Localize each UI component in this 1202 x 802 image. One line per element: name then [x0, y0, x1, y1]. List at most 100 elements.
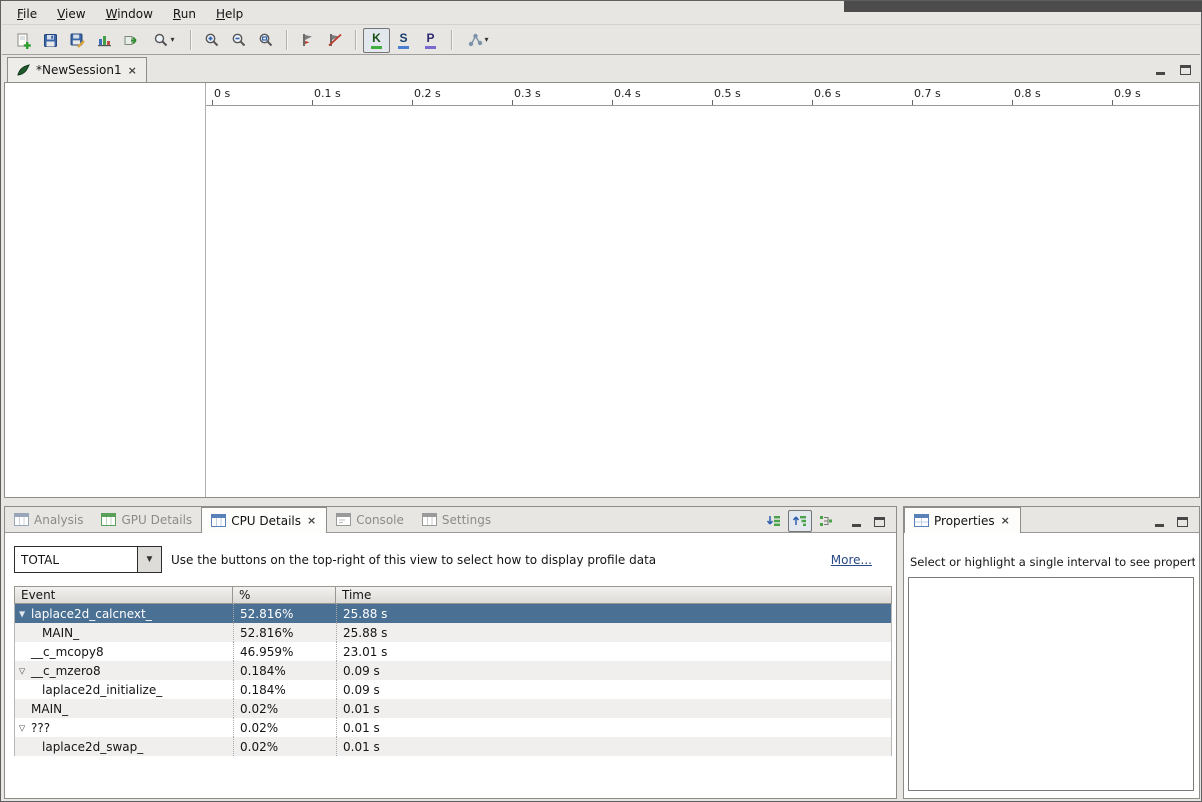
event-name: MAIN_	[15, 626, 79, 640]
stream-timeline-icon: S	[398, 31, 408, 49]
timeline-ruler: 0 s0.1 s0.2 s0.3 s0.4 s0.5 s0.6 s0.7 s0.…	[206, 83, 1199, 106]
analysis-menu-button[interactable]: ▾	[459, 28, 497, 53]
table-row[interactable]: laplace2d_swap_0.02%0.01 s	[15, 737, 891, 756]
event-name: __c_mzero8	[15, 664, 101, 678]
event-percent: 0.184%	[233, 661, 336, 680]
properties-content: Select or highlight a single interval to…	[904, 533, 1199, 798]
close-icon[interactable]: ×	[1000, 514, 1011, 527]
minimize-button[interactable]	[848, 514, 865, 530]
menu-view[interactable]: View	[48, 4, 94, 24]
column-header-time[interactable]: Time	[336, 587, 891, 603]
table-row[interactable]: laplace2d_initialize_0.184%0.09 s	[15, 680, 891, 699]
zoom-in-button[interactable]	[198, 28, 225, 53]
zoom-fit-button[interactable]	[252, 28, 279, 53]
table-row[interactable]: MAIN_0.02%0.01 s	[15, 699, 891, 718]
menu-help[interactable]: Help	[207, 4, 252, 24]
maximize-button[interactable]	[1177, 62, 1194, 78]
menu-run[interactable]: Run	[164, 4, 205, 24]
event-time: 0.01 s	[336, 699, 891, 718]
zoom-mode-dropdown-button[interactable]: ▾	[145, 28, 183, 53]
tab-settings[interactable]: Settings	[413, 507, 500, 532]
event-name: laplace2d_initialize_	[15, 683, 162, 697]
expand-arrow-icon[interactable]: ▽	[19, 723, 25, 732]
session-icon	[16, 63, 31, 78]
analysis-menu-icon	[467, 32, 483, 48]
tab-console[interactable]: Console	[327, 507, 413, 532]
combo-dropdown-button[interactable]: ▼	[137, 547, 161, 572]
display-mode-combo[interactable]: TOTAL ▼	[14, 546, 162, 573]
properties-hint: Select or highlight a single interval to…	[910, 555, 1195, 569]
event-percent: 52.816%	[233, 623, 336, 642]
event-name: __c_mcopy8	[15, 645, 104, 659]
zoom-out-button[interactable]	[225, 28, 252, 53]
editor-tab-bar: *NewSession1 ×	[4, 58, 1200, 83]
maximize-button[interactable]	[871, 514, 888, 530]
close-icon[interactable]: ×	[306, 514, 317, 527]
event-time: 25.88 s	[336, 604, 891, 623]
prev-marker-button[interactable]	[321, 28, 348, 53]
table-row[interactable]: ▼laplace2d_calcnext_52.816%25.88 s	[15, 604, 891, 623]
tab-gpu-details[interactable]: GPU Details	[92, 507, 201, 532]
maximize-button[interactable]	[1174, 514, 1191, 530]
save-as-button[interactable]	[64, 28, 91, 53]
session-tab-label: *NewSession1	[36, 63, 122, 77]
expand-arrow-icon[interactable]: ▽	[19, 666, 25, 675]
toolbar-separator	[190, 30, 191, 50]
event-table: Event % Time ▼laplace2d_calcnext_52.816%…	[14, 586, 892, 756]
new-session-icon	[15, 32, 32, 49]
process-timeline-button[interactable]: P	[417, 28, 444, 53]
flat-view-icon	[766, 513, 782, 529]
export-profile-button[interactable]	[118, 28, 145, 53]
minimize-icon	[1156, 72, 1165, 75]
tab-analysis[interactable]: Analysis	[5, 507, 92, 532]
export-profile-icon	[123, 32, 140, 49]
table-row[interactable]: ▽__c_mzero8 0.184%0.09 s	[15, 661, 891, 680]
menu-file[interactable]: File	[8, 4, 46, 24]
cpu-details-content: TOTAL ▼ Use the buttons on the top-right…	[5, 533, 896, 798]
zoom-mode-icon	[153, 32, 169, 48]
timeline-canvas[interactable]: 0 s0.1 s0.2 s0.3 s0.4 s0.5 s0.6 s0.7 s0.…	[4, 83, 1200, 498]
column-header-event[interactable]: Event	[15, 587, 233, 603]
minimize-button[interactable]	[1152, 62, 1169, 78]
flat-view-button[interactable]	[762, 510, 786, 532]
settings-tab-icon	[422, 513, 437, 526]
stream-timeline-button[interactable]: S	[390, 28, 417, 53]
toolbar-separator	[286, 30, 287, 50]
tab-properties[interactable]: Properties ×	[904, 507, 1021, 533]
profile-chart-button[interactable]	[91, 28, 118, 53]
top-down-view-button[interactable]	[788, 510, 812, 532]
tab-label: GPU Details	[121, 513, 192, 527]
console-tab-icon	[336, 513, 351, 526]
minimize-icon	[1155, 524, 1164, 527]
more-link[interactable]: More...	[831, 553, 872, 567]
zoom-out-icon	[231, 32, 247, 48]
table-row[interactable]: __c_mcopy846.959%23.01 s	[15, 642, 891, 661]
event-name: laplace2d_swap_	[15, 740, 143, 754]
maximize-icon	[1177, 517, 1188, 527]
save-button[interactable]	[37, 28, 64, 53]
menu-window[interactable]: Window	[97, 4, 162, 24]
table-row[interactable]: ▽???0.02%0.01 s	[15, 718, 891, 737]
timeline-name-divider[interactable]	[205, 83, 206, 497]
tab-label: Properties	[934, 514, 995, 528]
table-row[interactable]: MAIN_ 52.816%25.88 s	[15, 623, 891, 642]
bottom-up-view-icon	[818, 513, 834, 529]
chevron-down-icon: ▾	[484, 36, 488, 44]
event-time: 25.88 s	[336, 623, 891, 642]
event-time: 0.09 s	[336, 680, 891, 699]
gpu-details-tab-icon	[101, 513, 116, 526]
event-percent: 46.959%	[233, 642, 336, 661]
bottom-up-view-button[interactable]	[814, 510, 838, 532]
next-marker-button[interactable]	[294, 28, 321, 53]
event-time: 0.01 s	[336, 737, 891, 756]
expand-arrow-icon[interactable]: ▼	[19, 609, 25, 618]
minimize-button[interactable]	[1151, 514, 1168, 530]
new-session-button[interactable]	[10, 28, 37, 53]
kernel-timeline-button[interactable]: K	[363, 28, 390, 53]
save-as-icon	[69, 32, 86, 49]
close-icon[interactable]: ×	[127, 64, 138, 77]
tab-session[interactable]: *NewSession1 ×	[7, 57, 147, 82]
tab-cpu-details[interactable]: CPU Details ×	[201, 507, 327, 533]
column-header-percent[interactable]: %	[233, 587, 336, 603]
event-time: 0.09 s	[336, 661, 891, 680]
